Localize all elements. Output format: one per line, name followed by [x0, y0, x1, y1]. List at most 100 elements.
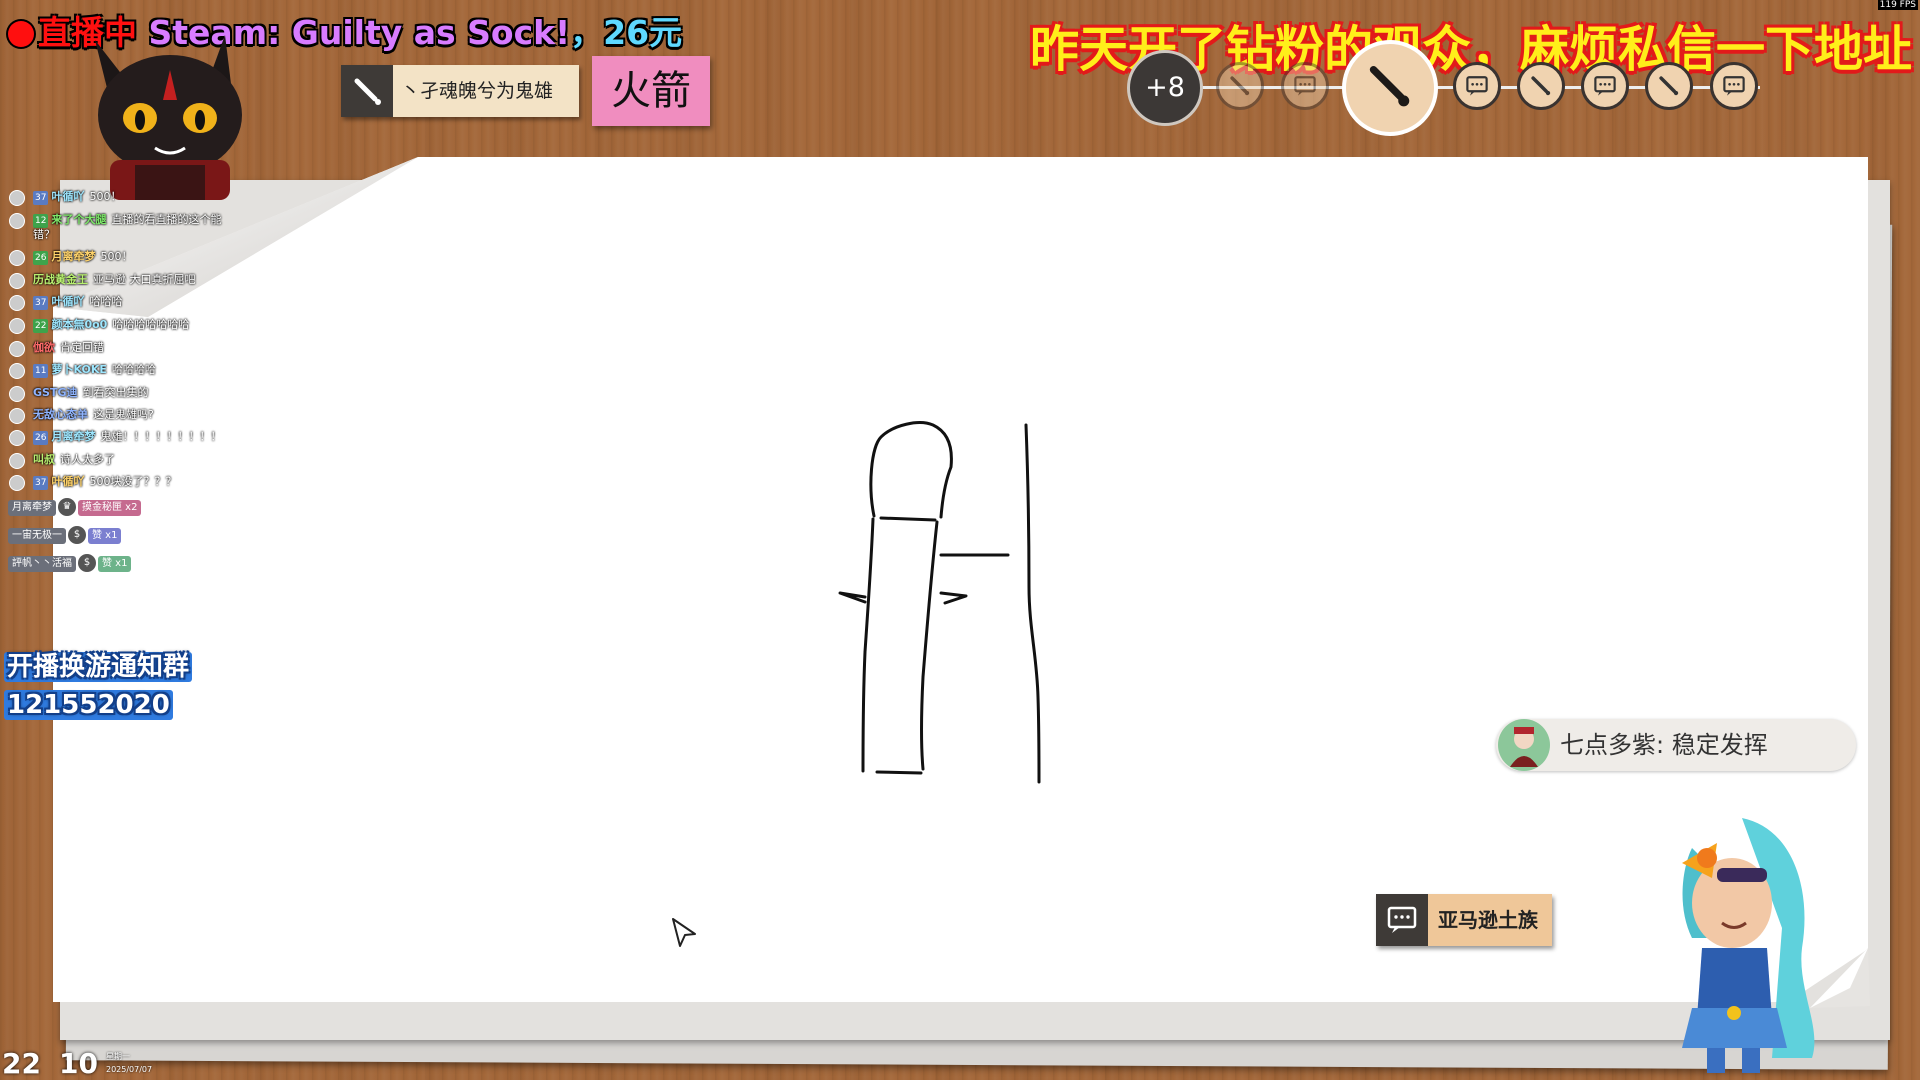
gift-notice: 評帆丶丶活福 $ 赞 x1	[8, 554, 223, 572]
chat-message: 叫叔 诗人太多了	[8, 453, 223, 469]
chat-user: 萝卜KOKE	[51, 363, 107, 376]
turn-brush-icon	[1517, 62, 1565, 110]
current-turn-brush-icon	[1342, 40, 1438, 136]
fps-counter: 119 FPS	[1877, 0, 1918, 10]
fan-level-badge: 26	[33, 251, 49, 265]
weekday: 星期一	[106, 1052, 130, 1061]
chat-text: 500块没了？？？	[89, 475, 177, 488]
clock-minute: 10	[58, 1047, 98, 1080]
champion-mascot-icon	[1682, 818, 1815, 1073]
players-count-badge: +8	[1127, 50, 1203, 126]
turn-brush-icon	[1645, 62, 1693, 110]
group-notice: 开播换游通知群 121552020	[4, 648, 193, 724]
group-notice-number: 121552020	[4, 690, 173, 720]
chat-message: 22 颜本無0o0 哈哈哈哈哈哈哈	[8, 318, 223, 334]
price-label: ，26元	[570, 13, 683, 52]
chat-message: 历战黄金王 亚马逊 大口真折屈吧	[8, 273, 223, 289]
chat-user: 叶循吖	[51, 295, 85, 308]
fan-level-badge: 37	[33, 191, 49, 205]
avatar	[9, 273, 25, 289]
fan-level-badge: 11	[33, 364, 49, 378]
turn-chat-icon	[1453, 62, 1501, 110]
guess-user: 七点多紫	[1560, 731, 1656, 759]
chat-user: GSTG迪	[33, 386, 78, 399]
avatar	[9, 475, 25, 491]
gift-name: 赞 x1	[88, 528, 122, 544]
gift-user: 評帆丶丶活福	[8, 556, 76, 572]
brush-icon	[341, 65, 393, 117]
chat-text: 500！	[89, 190, 122, 203]
chat-message: 伽欲 肯定回错	[8, 341, 223, 357]
chat-user: 月离牵梦	[51, 250, 96, 263]
chat-user: 历战黄金王	[33, 273, 88, 286]
cat-mascot-icon	[95, 35, 242, 200]
chat-message: 11 萝卜KOKE 哈哈哈哈	[8, 363, 223, 379]
theme-text: 亚马逊土族	[1438, 908, 1538, 932]
crown-icon: ♛	[58, 498, 76, 516]
avatar	[9, 430, 25, 446]
avatar	[9, 363, 25, 379]
chat-message: 37 叶循吖 哈哈哈	[8, 295, 223, 311]
fan-level-badge: 37	[33, 476, 49, 490]
fan-level-badge: 12	[33, 214, 49, 228]
chat-message: 37 叶循吖 500！	[8, 190, 223, 206]
chat-message: 12 来了个大腿 直播的看直播的这个能错？	[8, 213, 223, 242]
chat-message: 26 月离牵梦 鬼雄！！！！！！！！！	[8, 430, 223, 446]
chat-user: 叶循吖	[51, 475, 85, 488]
chat-user: 叶循吖	[51, 190, 85, 203]
gift-user: 一宙无极一	[8, 528, 66, 544]
guess-text: 七点多紫: 稳定发挥	[1560, 731, 1768, 759]
guess-message: 稳定发挥	[1671, 731, 1768, 759]
date: 2025/07/07	[106, 1065, 153, 1074]
chat-message: 无敌心态单 这是鬼雄吗?	[8, 408, 223, 424]
live-dot-icon	[8, 21, 34, 47]
group-notice-title: 开播换游通知群	[4, 652, 193, 682]
gift-notice: 一宙无极一 $ 赞 x1	[8, 526, 223, 544]
clock-hour: 22	[2, 1047, 41, 1080]
chat-text: 这是鬼雄吗?	[93, 408, 154, 421]
avatar	[9, 190, 25, 206]
cursor-icon	[672, 918, 696, 947]
gift-name: 赞 x1	[98, 556, 132, 572]
chat-user: 叫叔	[33, 453, 55, 466]
avatar	[9, 408, 25, 424]
chat-user: 来了个大腿	[51, 213, 107, 226]
fan-level-badge: 26	[33, 431, 49, 445]
turn-chat-icon	[1281, 62, 1329, 110]
gift-notice: 月离牵梦 ♛ 摸金秘匣 x2	[8, 498, 223, 516]
avatar	[9, 453, 25, 469]
avatar	[9, 386, 25, 402]
avatar	[9, 250, 25, 266]
chat-message: GSTG迪 到看突出集的	[8, 386, 223, 402]
turn-brush-icon	[1216, 62, 1264, 110]
chat-text: 哈哈哈哈	[111, 363, 156, 376]
secret-word-card: 火箭	[592, 56, 710, 126]
coin-icon: $	[78, 554, 96, 572]
clue-box: 丶孑魂魄兮为鬼雄	[341, 65, 579, 117]
theme-label: 亚马逊土族	[1376, 894, 1552, 946]
chat-message: 37 叶循吖 500块没了？？？	[8, 475, 223, 491]
chat-icon	[1376, 894, 1428, 946]
chat-text: 鬼雄！！！！！！！！！	[100, 430, 222, 443]
chat-user: 伽欲	[33, 341, 55, 354]
chat-text: 哈哈哈	[89, 295, 123, 308]
chat-text: 哈哈哈哈哈哈哈	[112, 318, 190, 331]
clock: 22 10	[2, 1047, 98, 1080]
chat-user: 月离牵梦	[51, 430, 96, 443]
turn-chat-icon	[1581, 62, 1629, 110]
clue-text: 丶孑魂魄兮为鬼雄	[401, 80, 554, 102]
gift-name: 摸金秘匣 x2	[78, 500, 142, 516]
date-display: 星期一 2025/07/07	[106, 1050, 152, 1076]
chat-text: 诗人太多了	[60, 453, 115, 466]
fan-level-badge: 37	[33, 296, 49, 310]
gift-user: 月离牵梦	[8, 500, 56, 516]
chat-user: 颜本無0o0	[51, 318, 108, 331]
chat-text: 500！	[100, 250, 133, 263]
chat-feed: 37 叶循吖 500！ 12 来了个大腿 直播的看直播的这个能错？ 26 月离牵梦 500！…	[8, 190, 223, 582]
turn-chat-icon	[1710, 62, 1758, 110]
avatar	[1498, 719, 1550, 771]
avatar	[9, 213, 25, 229]
chat-user: 无敌心态单	[33, 408, 88, 421]
fan-level-badge: 22	[33, 319, 49, 333]
coin-icon: $	[68, 526, 86, 544]
